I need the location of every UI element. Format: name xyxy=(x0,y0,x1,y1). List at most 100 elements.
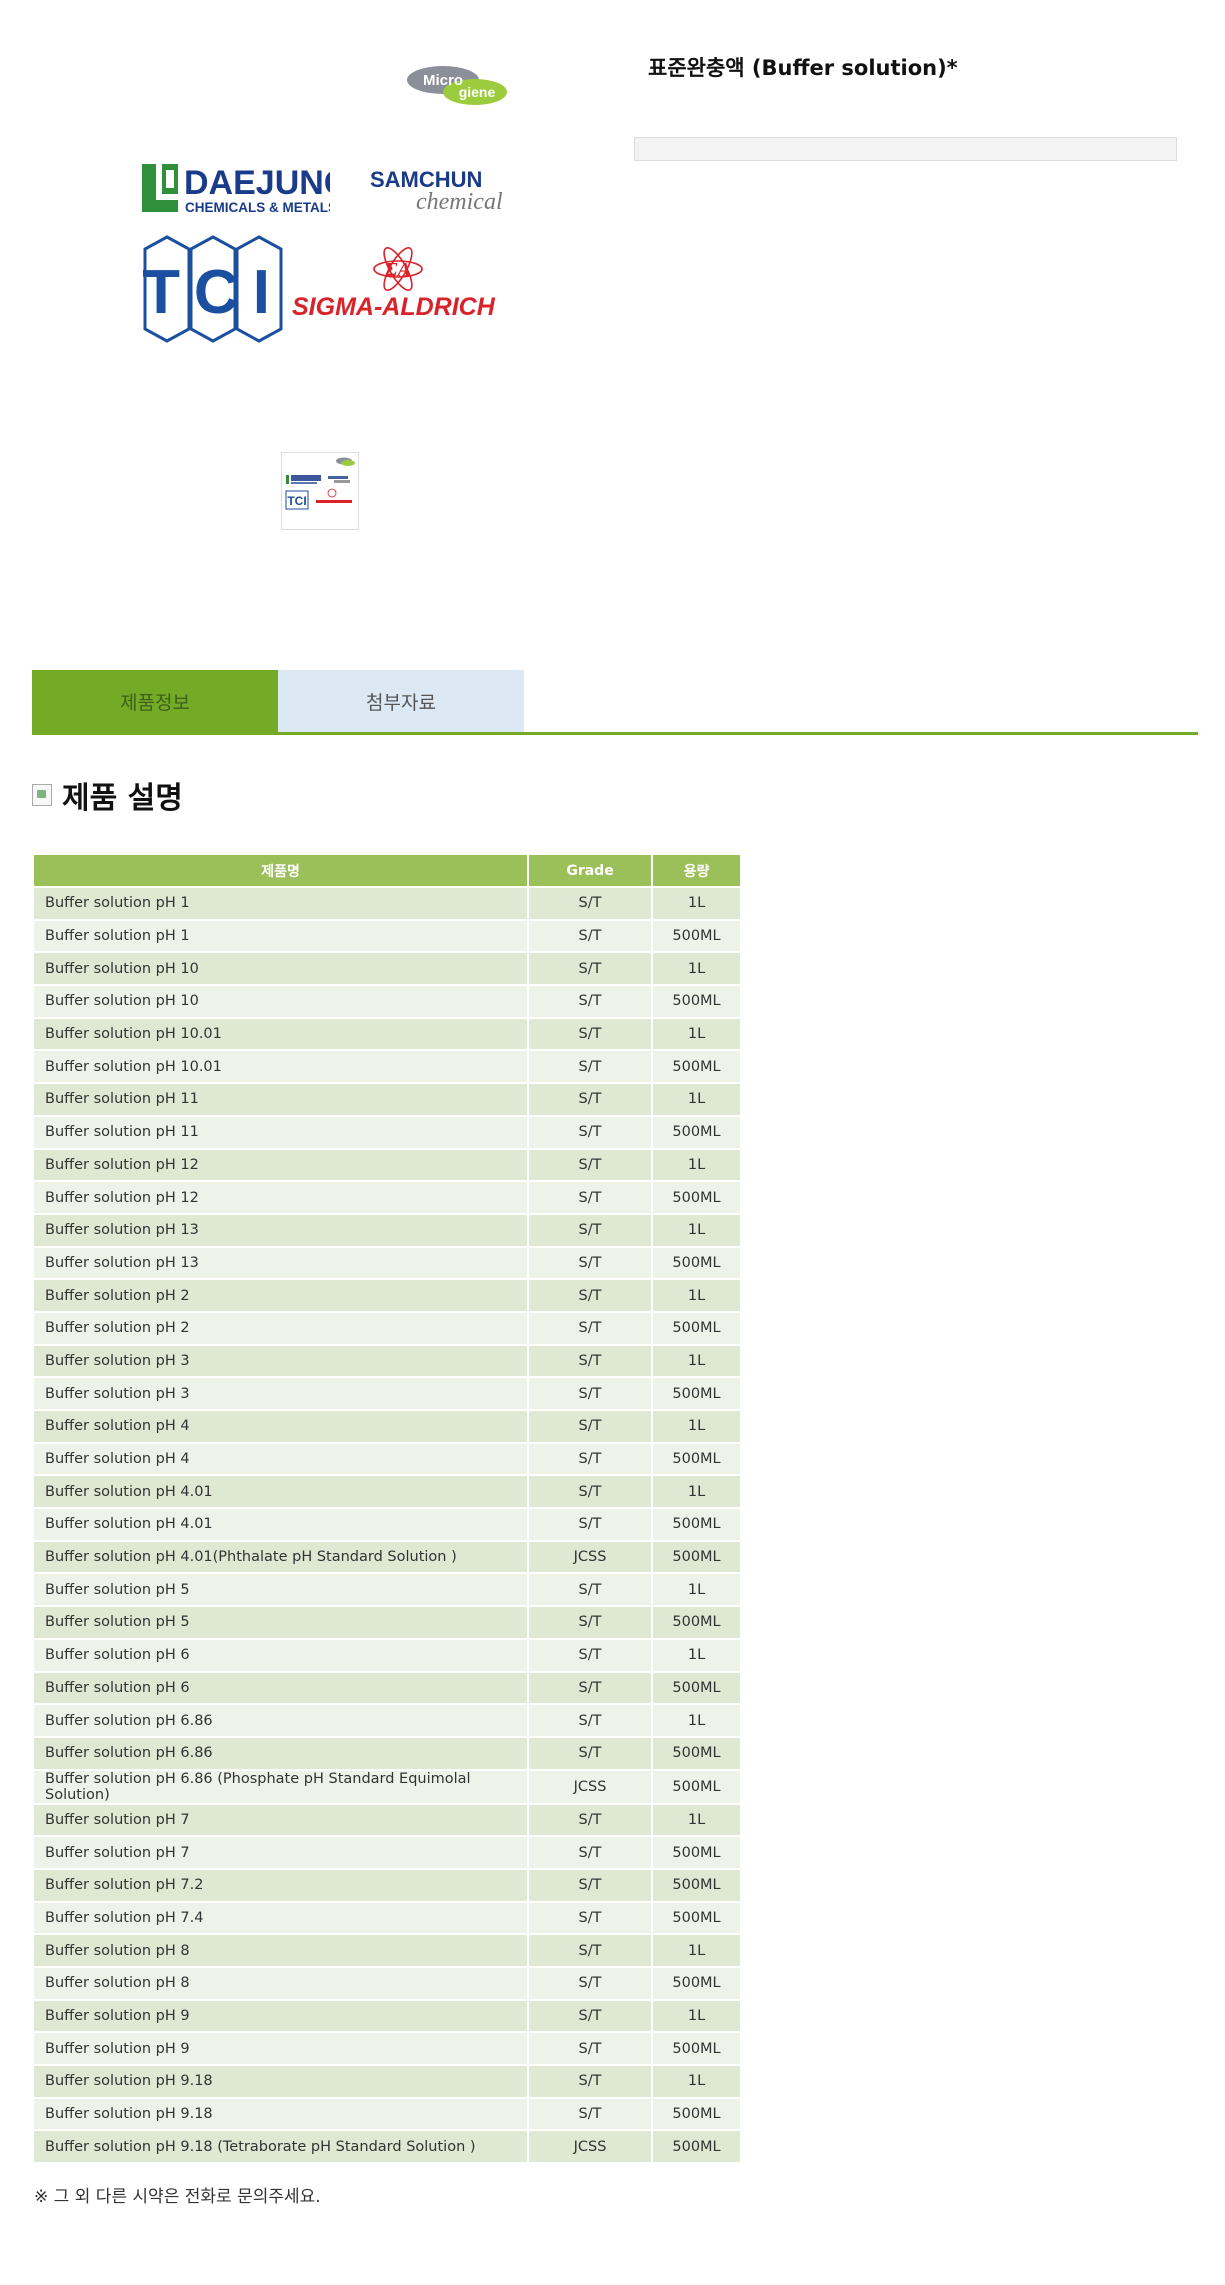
table-row: Buffer solution pH 9.18 S/T 1L xyxy=(34,2064,742,2097)
cell-grade: S/T xyxy=(529,1310,654,1344)
cell-grade: S/T xyxy=(529,1605,654,1638)
product-thumbnail[interactable]: TCI xyxy=(281,452,359,530)
table-row: Buffer solution pH 10.01 S/T 1L xyxy=(34,1016,742,1050)
cell-grade: S/T xyxy=(529,1441,654,1475)
cell-volume: 1L xyxy=(653,886,742,919)
table-row: Buffer solution pH 3 S/T 1L xyxy=(34,1343,742,1377)
cell-grade: S/T xyxy=(529,1474,654,1508)
cell-grade: S/T xyxy=(529,1343,654,1377)
cell-volume: 1L xyxy=(653,1474,742,1508)
daejung-text-sub: CHEMICALS & METALS xyxy=(185,200,330,215)
cell-product-name: Buffer solution pH 8 xyxy=(34,1966,530,1999)
cell-product-name: Buffer solution pH 4.01 xyxy=(34,1474,530,1508)
cell-product-name: Buffer solution pH 7 xyxy=(34,1802,530,1836)
table-row: Buffer solution pH 9.18 (Tetraborate pH … xyxy=(34,2129,742,2163)
tab-product-info[interactable]: 제품정보 xyxy=(32,670,278,732)
cell-volume: 1L xyxy=(653,1572,742,1606)
product-option-select[interactable] xyxy=(634,137,1177,161)
cell-volume: 500ML xyxy=(653,984,742,1017)
cell-grade: S/T xyxy=(529,1016,654,1050)
table-row: Buffer solution pH 12 S/T 500ML xyxy=(34,1180,742,1213)
cell-volume: 500ML xyxy=(653,1539,742,1573)
cell-volume: 1L xyxy=(653,1998,742,2032)
cell-product-name: Buffer solution pH 1 xyxy=(34,918,530,952)
cell-product-name: Buffer solution pH 5 xyxy=(34,1572,530,1606)
product-tabs: 제품정보 첨부자료 xyxy=(32,670,524,732)
cell-volume: 500ML xyxy=(653,1180,742,1213)
table-row: Buffer solution pH 10.01 S/T 500ML xyxy=(34,1049,742,1083)
table-row: Buffer solution pH 6 S/T 1L xyxy=(34,1637,742,1671)
table-row: Buffer solution pH 13 S/T 500ML xyxy=(34,1245,742,1279)
cell-product-name: Buffer solution pH 11 xyxy=(34,1082,530,1115)
sigma-aldrich-logo: ΣA SIGMA-ALDRICH xyxy=(292,247,496,321)
samchun-logo: SAMCHUN chemical xyxy=(370,167,503,215)
table-row: Buffer solution pH 8 S/T 1L xyxy=(34,1933,742,1966)
cell-grade: S/T xyxy=(529,1802,654,1836)
microgiene-logo: Micro giene xyxy=(407,66,507,105)
cell-volume: 500ML xyxy=(653,1605,742,1638)
table-row: Buffer solution pH 1 S/T 1L xyxy=(34,886,742,919)
cell-grade: S/T xyxy=(529,1376,654,1409)
section-heading: 제품 설명 xyxy=(32,773,183,817)
table-row: Buffer solution pH 2 S/T 500ML xyxy=(34,1310,742,1344)
cell-volume: 500ML xyxy=(653,1768,742,1803)
cell-volume: 500ML xyxy=(653,1966,742,1999)
cell-volume: 1L xyxy=(653,2064,742,2097)
cell-volume: 500ML xyxy=(653,1049,742,1083)
cell-volume: 1L xyxy=(653,1409,742,1442)
cell-volume: 1L xyxy=(653,1637,742,1671)
cell-volume: 500ML xyxy=(653,1900,742,1934)
cell-volume: 500ML xyxy=(653,2096,742,2130)
cell-grade: S/T xyxy=(529,1212,654,1246)
cell-grade: S/T xyxy=(529,1082,654,1115)
cell-product-name: Buffer solution pH 5 xyxy=(34,1605,530,1638)
cell-product-name: Buffer solution pH 4 xyxy=(34,1409,530,1442)
table-row: Buffer solution pH 5 S/T 500ML xyxy=(34,1605,742,1638)
cell-grade: S/T xyxy=(529,984,654,1017)
cell-product-name: Buffer solution pH 7.4 xyxy=(34,1900,530,1934)
cell-volume: 500ML xyxy=(653,1114,742,1148)
cell-volume: 500ML xyxy=(653,1670,742,1704)
cell-grade: S/T xyxy=(529,1703,654,1736)
svg-text:TCI: TCI xyxy=(287,494,306,508)
cell-product-name: Buffer solution pH 3 xyxy=(34,1343,530,1377)
tab-attachments[interactable]: 첨부자료 xyxy=(278,670,524,732)
cell-grade: S/T xyxy=(529,918,654,952)
table-row: Buffer solution pH 9 S/T 500ML xyxy=(34,2031,742,2065)
tci-logo: TCI xyxy=(143,235,283,343)
cell-grade: S/T xyxy=(529,951,654,985)
cell-grade: S/T xyxy=(529,1245,654,1279)
table-body: Buffer solution pH 1 S/T 1L Buffer solution… xyxy=(34,886,742,2163)
cell-volume: 1L xyxy=(653,1343,742,1377)
table-row: Buffer solution pH 7 S/T 500ML xyxy=(34,1835,742,1868)
cell-product-name: Buffer solution pH 9.18 xyxy=(34,2064,530,2097)
table-row: Buffer solution pH 11 S/T 1L xyxy=(34,1082,742,1115)
table-row: Buffer solution pH 10 S/T 1L xyxy=(34,951,742,985)
cell-product-name: Buffer solution pH 9 xyxy=(34,1998,530,2032)
cell-volume: 1L xyxy=(653,1147,742,1181)
cell-product-name: Buffer solution pH 6.86 xyxy=(34,1735,530,1769)
contact-footnote: ※ 그 외 다른 시약은 전화로 문의주세요. xyxy=(34,2187,321,2207)
table-row: Buffer solution pH 9.18 S/T 500ML xyxy=(34,2096,742,2130)
broken-image-icon xyxy=(32,784,52,806)
cell-grade: S/T xyxy=(529,2064,654,2097)
cell-product-name: Buffer solution pH 2 xyxy=(34,1310,530,1344)
cell-grade: S/T xyxy=(529,1670,654,1704)
product-title: 표준완충액 (Buffer solution)* xyxy=(648,56,958,80)
cell-grade: S/T xyxy=(529,1114,654,1148)
table-row: Buffer solution pH 6.86 S/T 1L xyxy=(34,1703,742,1736)
table-row: Buffer solution pH 10 S/T 500ML xyxy=(34,984,742,1017)
cell-volume: 500ML xyxy=(653,1867,742,1901)
cell-product-name: Buffer solution pH 7.2 xyxy=(34,1867,530,1901)
table-row: Buffer solution pH 6 S/T 500ML xyxy=(34,1670,742,1704)
cell-grade: S/T xyxy=(529,1507,654,1540)
cell-product-name: Buffer solution pH 12 xyxy=(34,1180,530,1213)
cell-product-name: Buffer solution pH 8 xyxy=(34,1933,530,1966)
cell-volume: 500ML xyxy=(653,2031,742,2065)
header-volume: 용량 xyxy=(653,855,742,886)
cell-volume: 500ML xyxy=(653,1735,742,1769)
table-row: Buffer solution pH 5 S/T 1L xyxy=(34,1572,742,1606)
cell-grade: S/T xyxy=(529,1933,654,1966)
table-row: Buffer solution pH 11 S/T 500ML xyxy=(34,1114,742,1148)
cell-volume: 1L xyxy=(653,1278,742,1311)
